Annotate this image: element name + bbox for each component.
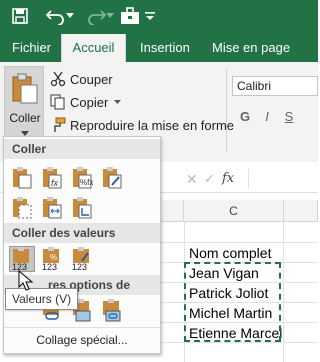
clipboard-icon (12, 73, 38, 104)
enter-icon[interactable]: ✓ (204, 171, 215, 187)
paste-column-widths-icon[interactable] (40, 195, 64, 219)
paste-values-icon[interactable]: 123 (9, 246, 35, 272)
paste-icon[interactable] (10, 165, 34, 189)
tooltip-paste-values: Valeurs (V) (5, 288, 79, 310)
mouse-cursor-icon (18, 270, 34, 291)
format-painter-button[interactable]: Reproduire la mise en forme (50, 114, 234, 136)
gridline (283, 222, 284, 362)
cut-button[interactable]: Couper (50, 68, 113, 90)
paste-values-number-format-icon[interactable]: % 123 (40, 247, 64, 272)
paste-linked-picture-icon[interactable] (100, 299, 124, 323)
svg-text:%: % (50, 253, 57, 262)
copy-label: Copier (70, 94, 109, 110)
underline-button[interactable]: S (280, 108, 298, 126)
format-painter-icon (50, 117, 66, 133)
paste-keep-formatting-icon[interactable] (100, 165, 124, 189)
paste-transpose-icon[interactable] (70, 195, 94, 219)
svg-text:fx: fx (51, 178, 59, 188)
briefcase-icon[interactable] (118, 4, 142, 28)
undo-dropdown-icon[interactable] (64, 4, 76, 28)
copy-button[interactable]: Copier (50, 91, 122, 113)
menu-section-paste: Coller (4, 139, 160, 159)
tab-mise-en-page[interactable]: Mise en page (212, 34, 290, 62)
save-icon[interactable] (8, 4, 32, 28)
cancel-icon[interactable]: ✕ (186, 171, 198, 188)
copy-dropdown-icon[interactable] (114, 99, 122, 105)
svg-text:%fx: %fx (80, 178, 93, 187)
paste-no-borders-icon[interactable] (10, 195, 34, 219)
tab-insertion[interactable]: Insertion (140, 34, 190, 62)
paste-values-number-format-icon-text: 123 (42, 262, 57, 271)
tab-accueil[interactable]: Accueil (61, 34, 126, 62)
insert-function-icon[interactable]: fx (222, 171, 234, 186)
paste-special-item[interactable]: Collage spécial... (4, 327, 160, 352)
title-bar (0, 0, 318, 34)
format-painter-label: Reproduire la mise en forme (70, 117, 235, 133)
redo-dropdown-icon[interactable] (104, 4, 116, 28)
column-header-d[interactable] (284, 200, 318, 222)
tab-fichier[interactable]: Fichier (12, 34, 51, 62)
ribbon-divider (226, 68, 227, 152)
ribbon-tabs: Fichier Accueil Insertion Mise en page (0, 34, 318, 62)
font-name-box[interactable]: Calibri (232, 76, 318, 96)
column-header-b[interactable] (160, 200, 184, 222)
formula-input[interactable] (248, 169, 319, 189)
paste-values-source-format-icon[interactable]: 123 (70, 247, 94, 272)
paste-formulas-number-format-icon[interactable]: %fx (70, 165, 94, 189)
paste-values-source-format-icon-text: 123 (72, 262, 87, 271)
menu-section-paste-values: Coller des valeurs (4, 223, 160, 243)
bold-button[interactable]: G (236, 108, 254, 126)
paste-formulas-icon[interactable]: fx (40, 165, 64, 189)
italic-button[interactable]: I (258, 108, 276, 126)
copy-icon (50, 94, 66, 110)
customize-dropdown-icon[interactable] (142, 4, 158, 28)
column-header-c[interactable]: C (184, 200, 284, 222)
paste-label: Coller (9, 111, 41, 125)
scissors-icon (50, 71, 66, 87)
cut-label: Couper (70, 71, 113, 87)
cell-c-header[interactable]: Nom complet (189, 243, 271, 263)
copy-marquee (184, 262, 281, 342)
paste-options-menu: Coller fx %fx Coller des valeurs 123 % 12… (3, 136, 161, 354)
